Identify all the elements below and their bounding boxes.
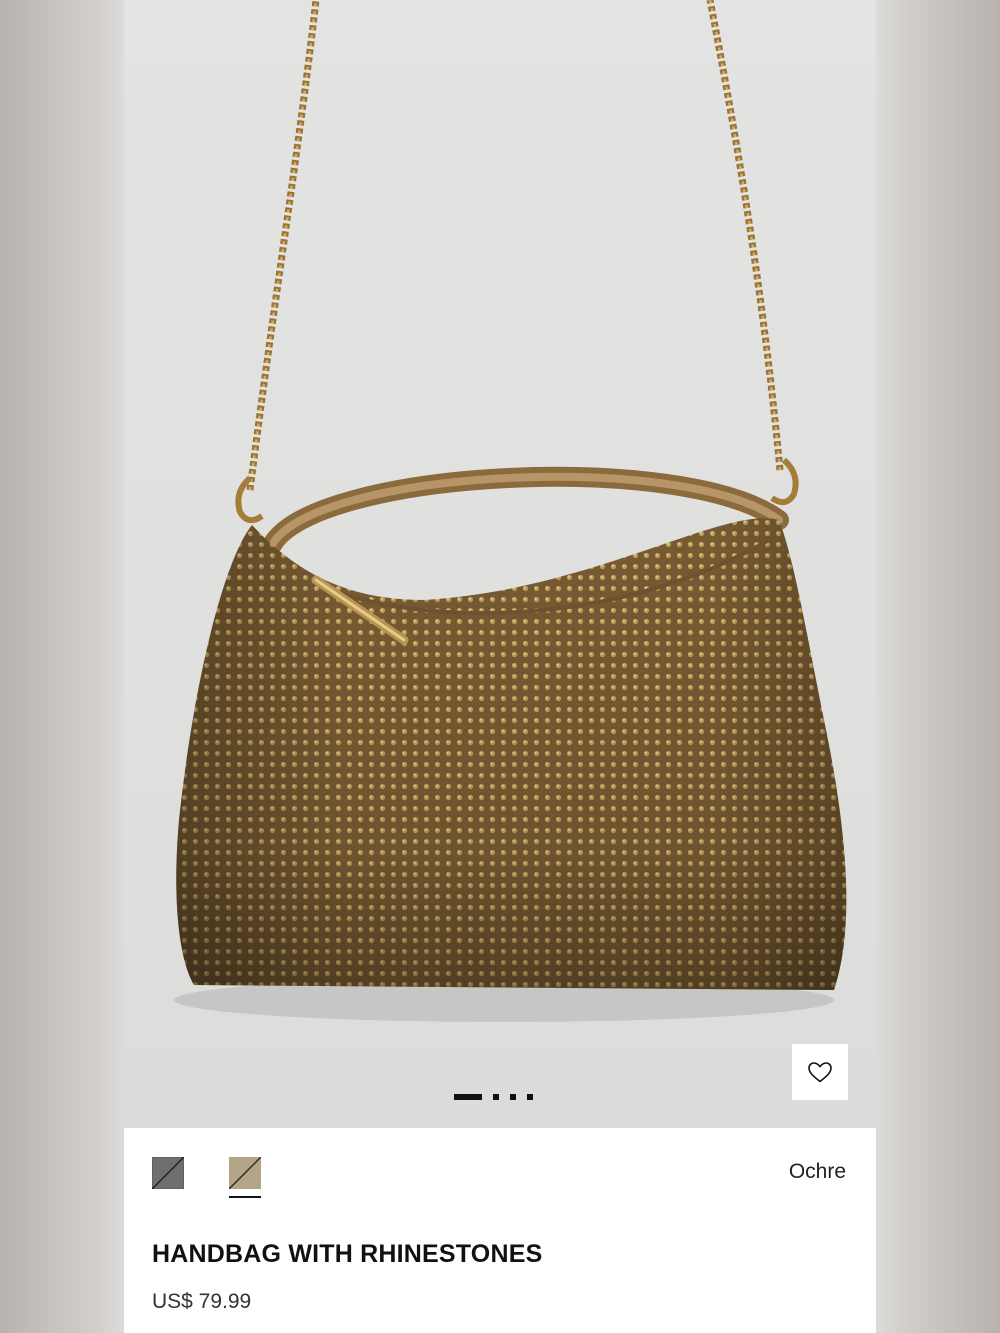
favorite-button[interactable] [792, 1044, 848, 1100]
ochre-swatch[interactable] [229, 1157, 261, 1199]
color-swatches [152, 1157, 306, 1199]
product-image [174, 0, 847, 1022]
product-card: Ochre HANDBAG WITH RHINESTONES US$ 79.99 [124, 0, 876, 1333]
selected-swatch-underline [229, 1196, 261, 1198]
grey-swatch[interactable] [152, 1157, 184, 1199]
grey-swatch-chip [152, 1157, 184, 1189]
ochre-swatch-chip [229, 1157, 261, 1189]
carousel-dot-4[interactable] [527, 1093, 533, 1100]
carousel-indicator[interactable] [454, 1093, 544, 1100]
product-image-carousel[interactable] [124, 0, 876, 1128]
heart-icon [808, 1062, 832, 1083]
product-price: US$ 79.99 [152, 1290, 252, 1313]
selected-color-name: Ochre [788, 1160, 846, 1183]
carousel-dot-1[interactable] [454, 1093, 482, 1100]
carousel-dot-2[interactable] [493, 1093, 499, 1100]
carousel-dot-3[interactable] [510, 1093, 516, 1100]
product-title: HANDBAG WITH RHINESTONES [152, 1240, 543, 1268]
